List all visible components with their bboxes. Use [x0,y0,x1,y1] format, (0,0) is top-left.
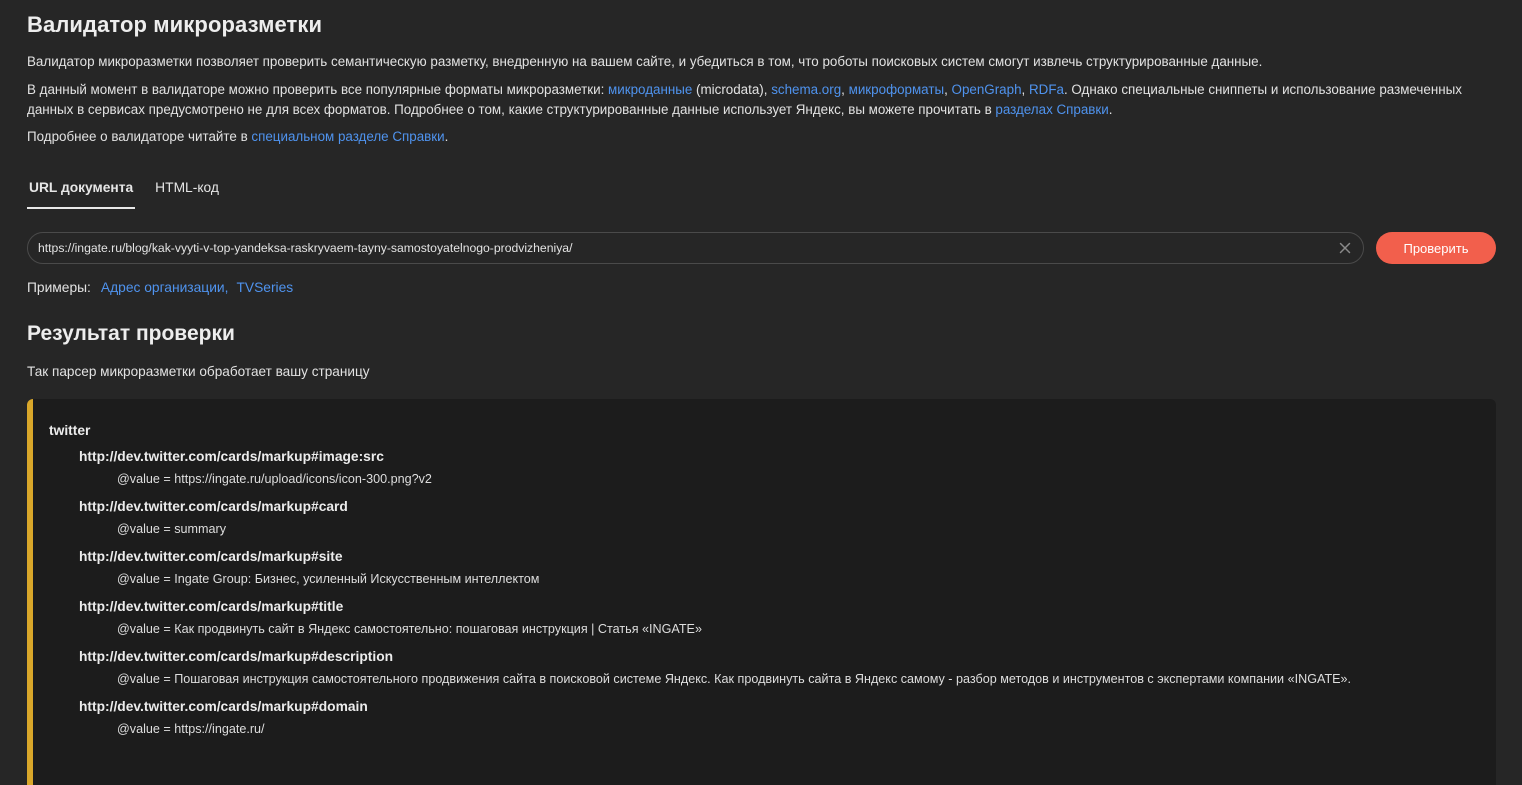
intro-text: . [1108,102,1113,117]
intro-text: В данный момент в валидаторе можно прове… [27,82,609,97]
property-value: @value = Как продвинуть сайт в Яндекс са… [117,622,702,636]
example-organization-address-link[interactable]: Адрес организации, [101,280,229,295]
input-mode-tabs: URL документа HTML-код [27,175,221,209]
property-value: @value = Ingate Group: Бизнес, усиленный… [117,572,540,586]
microdata-link[interactable]: микроданные [608,82,692,97]
intro-text: Подробнее о валидаторе читайте в [27,129,252,144]
url-field [27,232,1364,264]
microformats-link[interactable]: микроформаты [849,82,944,97]
property-value: @value = https://ingate.ru/upload/icons/… [117,472,432,486]
property-name: http://dev.twitter.com/cards/markup#site [79,549,343,564]
tab-html-code[interactable]: HTML-код [153,175,221,209]
property-name: http://dev.twitter.com/cards/markup#desc… [79,649,394,664]
result-panel: twitter http://dev.twitter.com/cards/mar… [27,399,1496,785]
url-input[interactable] [36,240,1337,256]
opengraph-link[interactable]: OpenGraph [952,82,1022,97]
result-property: http://dev.twitter.com/cards/markup#imag… [79,448,1496,487]
intro-paragraph-2: В данный момент в валидаторе можно прове… [27,80,1467,120]
intro-text: . [444,129,449,144]
result-subtitle: Так парсер микроразметки обработает вашу… [27,364,370,379]
schema-org-link[interactable]: schema.org [771,82,841,97]
result-property: http://dev.twitter.com/cards/markup#desc… [79,648,1496,687]
intro-paragraph-3: Подробнее о валидаторе читайте в специал… [27,127,1467,147]
intro-text: (microdata), [692,82,772,97]
result-property: http://dev.twitter.com/cards/markup#titl… [79,598,1496,637]
check-button[interactable]: Проверить [1376,232,1496,264]
result-root-name: twitter [49,423,91,438]
validator-page: Валидатор микроразметки Валидатор микрор… [0,0,1522,785]
examples-label: Примеры: [27,280,91,295]
separator: , [841,82,849,97]
intro-paragraph-1: Валидатор микроразметки позволяет провер… [27,52,1467,72]
property-value: @value = summary [117,522,227,536]
property-value: @value = https://ingate.ru/ [117,722,265,736]
special-help-section-link[interactable]: специальном разделе Справки [251,129,444,144]
page-title: Валидатор микроразметки [27,12,323,37]
tab-url-document[interactable]: URL документа [27,175,136,209]
separator: , [944,82,952,97]
rdfa-link[interactable]: RDFa [1029,82,1064,97]
property-name: http://dev.twitter.com/cards/markup#imag… [79,449,384,464]
close-icon[interactable] [1337,240,1353,256]
property-name: http://dev.twitter.com/cards/markup#card [79,499,348,514]
examples: Примеры: Адрес организации, TVSeries [27,280,293,295]
result-property: http://dev.twitter.com/cards/markup#site… [79,548,1496,587]
result-title: Результат проверки [27,322,235,345]
intro-text: Валидатор микроразметки позволяет провер… [27,54,1263,69]
result-property: http://dev.twitter.com/cards/markup#card… [79,498,1496,537]
result-property: http://dev.twitter.com/cards/markup#doma… [79,698,1496,737]
separator: , [1021,82,1029,97]
property-name: http://dev.twitter.com/cards/markup#doma… [79,699,368,714]
property-name: http://dev.twitter.com/cards/markup#titl… [79,599,344,614]
property-value: @value = Пошаговая инструкция самостояте… [117,672,1352,686]
help-sections-link[interactable]: разделах Справки [995,102,1108,117]
example-tvseries-link[interactable]: TVSeries [236,280,293,295]
